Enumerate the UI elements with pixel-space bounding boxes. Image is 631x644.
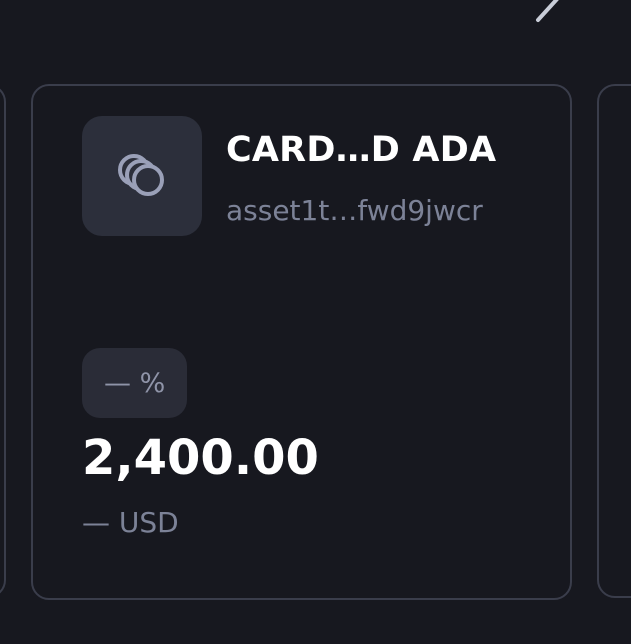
price-change-badge: — %	[82, 348, 188, 418]
coins-stack-icon	[118, 154, 164, 196]
token-asset-id: asset1t…fwd9jwcr	[226, 194, 483, 227]
token-carousel: CARD…D ADA asset1t…fwd9jwcr — % 2,400.00…	[0, 0, 631, 644]
token-amount: 2,400.00	[82, 430, 319, 486]
fiat-value: — USD	[82, 506, 179, 539]
previous-token-card[interactable]	[0, 84, 6, 598]
token-card[interactable]: CARD…D ADA asset1t…fwd9jwcr — % 2,400.00…	[31, 84, 572, 600]
token-icon-tile	[82, 116, 202, 236]
price-change-text: — %	[104, 367, 166, 399]
arrow-stroke-icon	[536, 0, 559, 22]
token-name: CARD…D ADA	[226, 130, 497, 170]
next-token-card[interactable]	[597, 84, 631, 598]
